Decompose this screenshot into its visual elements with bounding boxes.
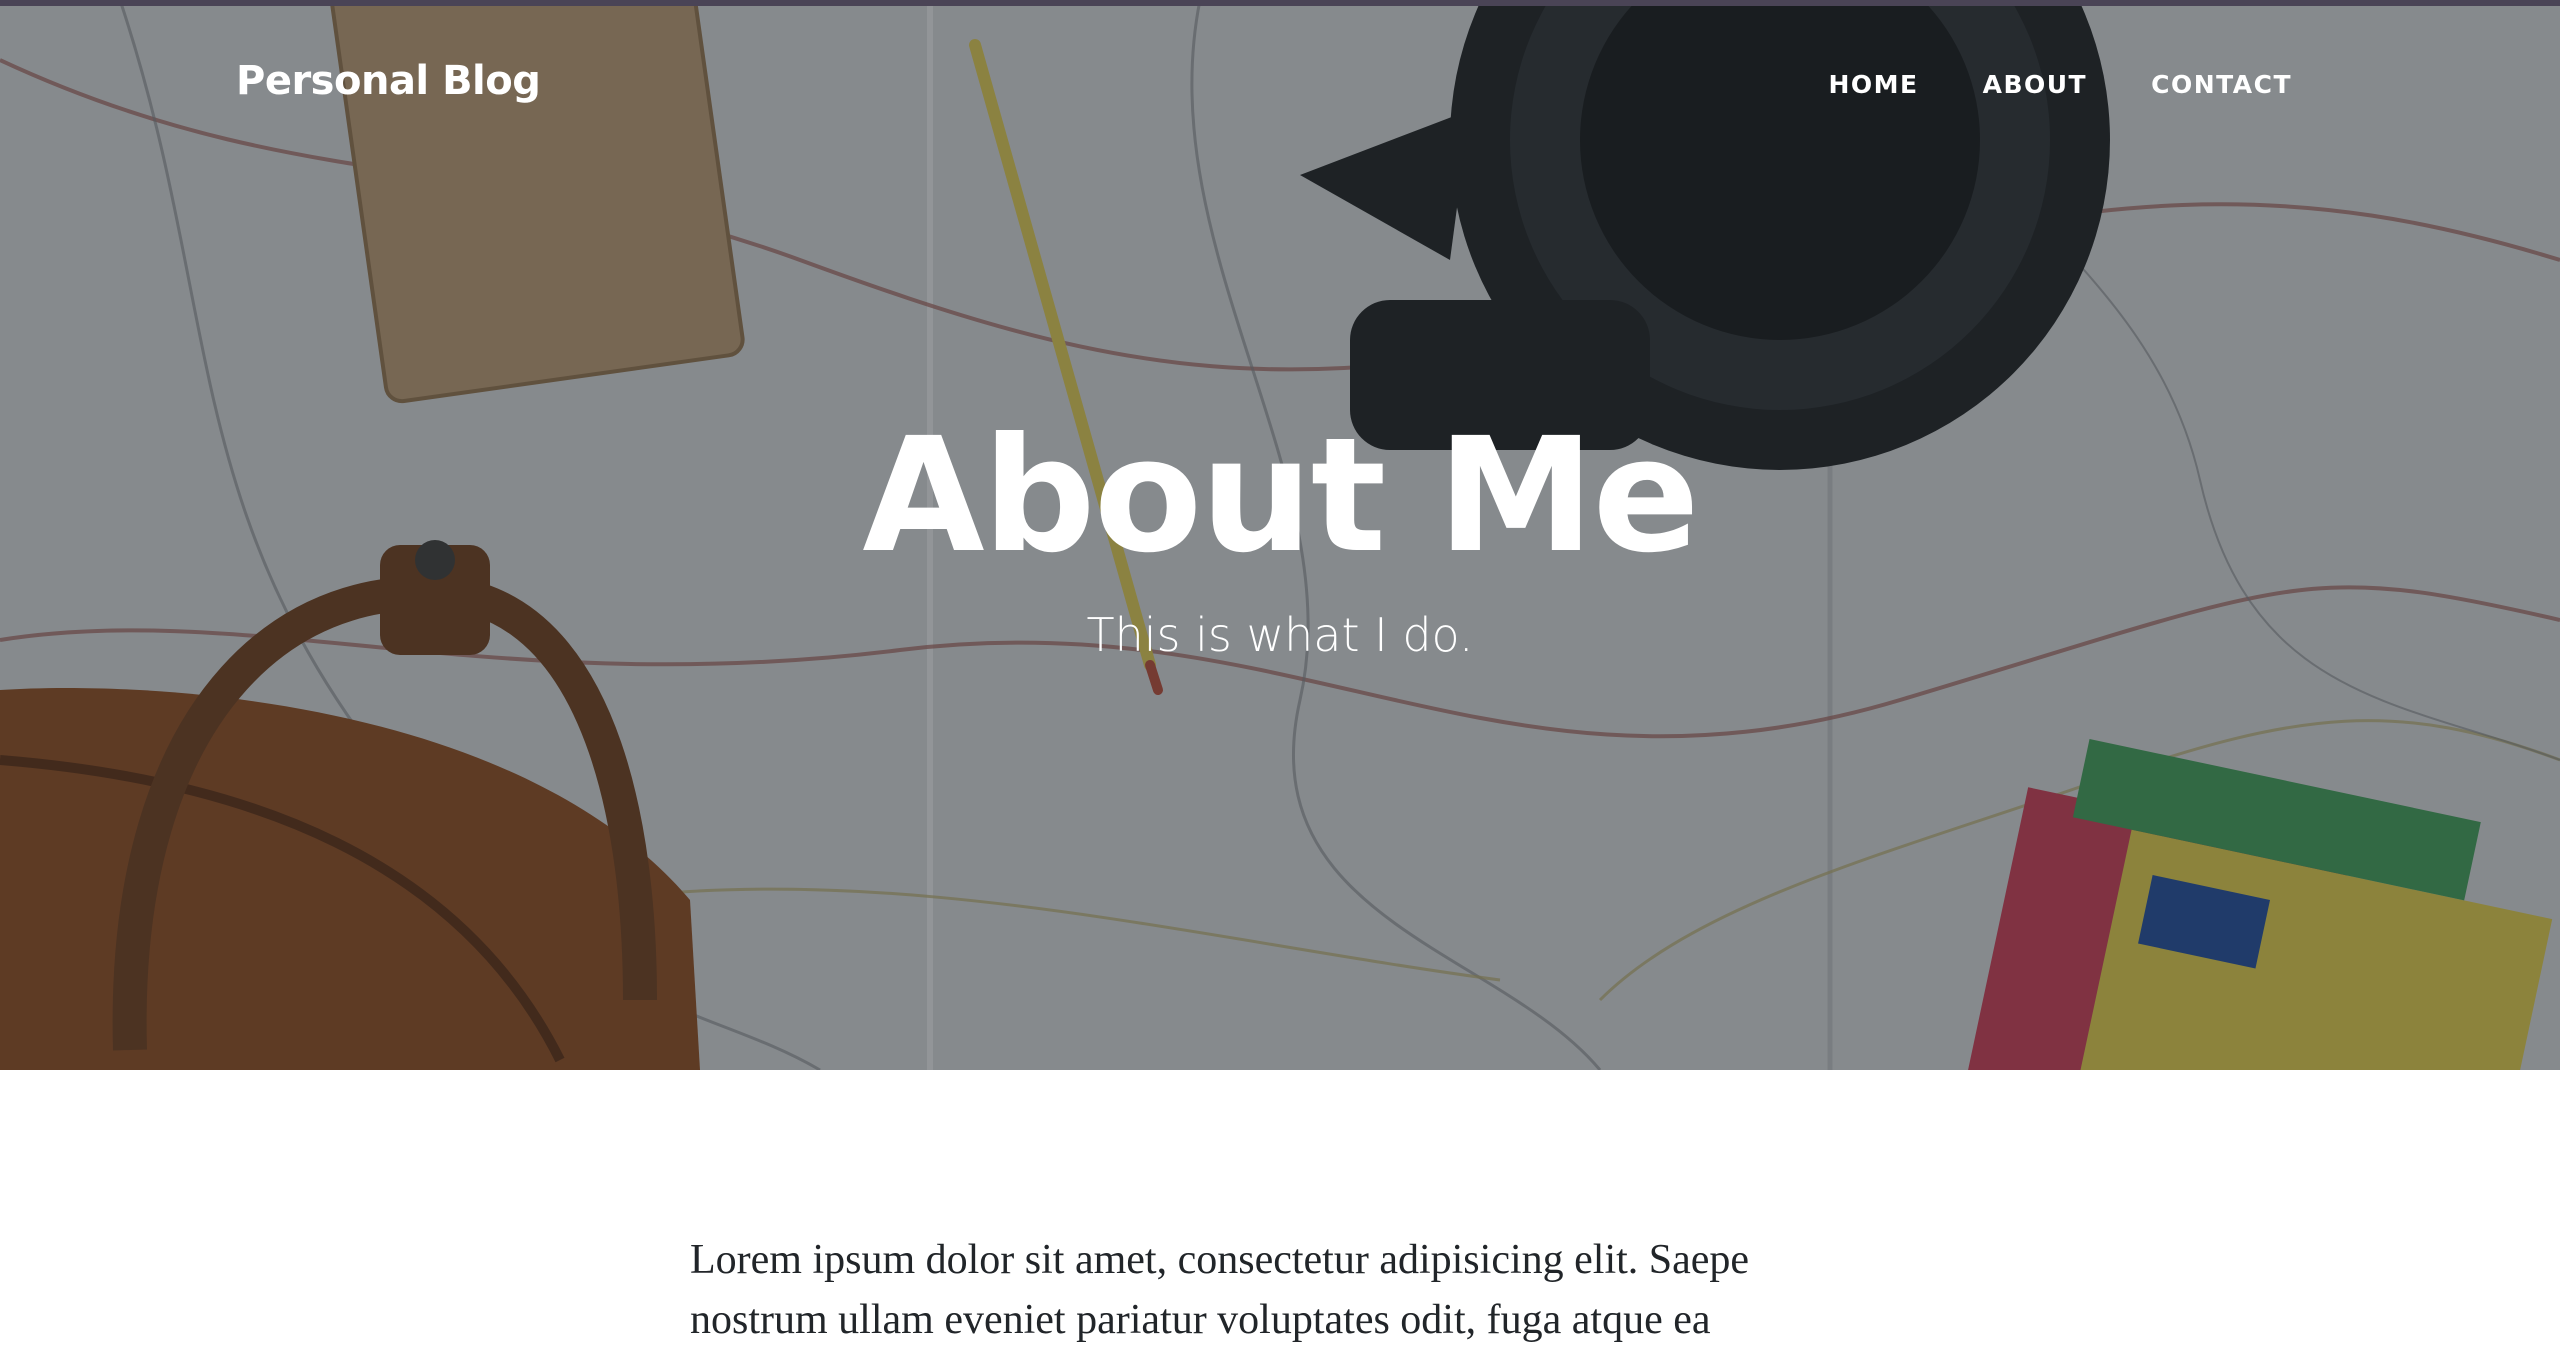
nav-item-home: HOME (1828, 70, 1918, 99)
nav-item-about: ABOUT (1983, 70, 2088, 99)
main-content: Lorem ipsum dolor sit amet, consectetur … (690, 1230, 1870, 1350)
nav-item-contact: CONTACT (2151, 70, 2292, 99)
brand-link[interactable]: Personal Blog (236, 58, 541, 104)
page-title: About Me (862, 404, 1699, 588)
nav-link-about[interactable]: ABOUT (1983, 70, 2088, 99)
content-paragraph: Lorem ipsum dolor sit amet, consectetur … (690, 1237, 1750, 1343)
nav-link-home[interactable]: HOME (1828, 70, 1918, 99)
nav-link-contact[interactable]: CONTACT (2151, 70, 2292, 99)
page: Personal Blog HOME ABOUT CONTACT About M… (0, 0, 2560, 1361)
top-navbar: Personal Blog HOME ABOUT CONTACT (0, 0, 2560, 175)
masthead: Personal Blog HOME ABOUT CONTACT About M… (0, 0, 2560, 1070)
page-heading: About Me This is what I do. (0, 404, 2560, 662)
nav-menu: HOME ABOUT CONTACT (1828, 70, 2292, 99)
page-subtitle: This is what I do. (1086, 607, 1474, 662)
